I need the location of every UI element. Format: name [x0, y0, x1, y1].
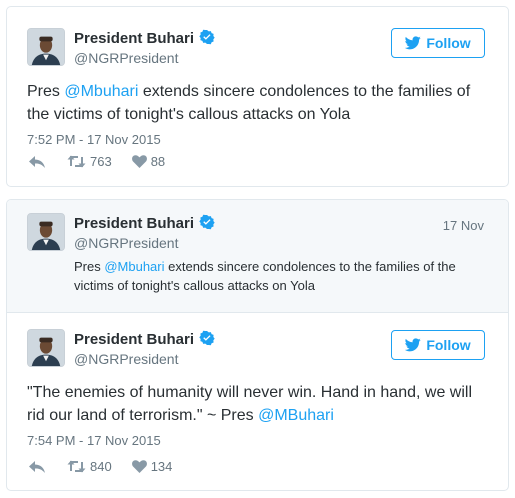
quoted-date[interactable]: 17 Nov — [443, 218, 484, 233]
display-name-text: President Buhari — [74, 331, 195, 348]
display-name[interactable]: President Buhari — [74, 214, 215, 232]
like-count: 88 — [150, 154, 166, 169]
quoted-text-part: extends sincere condolences to the famil… — [164, 259, 456, 274]
tweet-text-part: Pres — [27, 83, 65, 100]
twitter-bird-icon — [405, 36, 422, 50]
reply-button[interactable] — [29, 460, 45, 474]
handle[interactable]: @NGRPresident — [74, 351, 178, 367]
heart-icon — [131, 460, 147, 473]
tweet-text-part: extends sincere condolences to the famil… — [138, 83, 471, 100]
tweet-actions: 763 88 — [29, 154, 185, 169]
heart-icon — [131, 155, 147, 168]
tweet-text-part: rid our land of terrorism." ~ Pres — [27, 407, 259, 424]
tweet-actions: 840 134 — [29, 459, 192, 474]
display-name-text: President Buhari — [74, 215, 195, 232]
follow-label: Follow — [426, 337, 471, 353]
retweet-button[interactable]: 763 — [67, 154, 112, 169]
like-button[interactable]: 88 — [131, 154, 166, 169]
avatar[interactable] — [27, 28, 65, 66]
display-name[interactable]: President Buhari — [74, 330, 215, 348]
twitter-bird-icon — [405, 338, 422, 352]
retweet-icon — [67, 155, 86, 168]
follow-button[interactable]: Follow — [391, 28, 485, 58]
quoted-text-part: Pres — [74, 259, 105, 274]
reply-button[interactable] — [29, 155, 45, 169]
timestamp[interactable]: 7:52 PM - 17 Nov 2015 — [27, 132, 161, 147]
tweet-card-1: President Buhari @NGRPresident Follow Pr… — [6, 6, 509, 187]
timestamp[interactable]: 7:54 PM - 17 Nov 2015 — [27, 433, 161, 448]
follow-button[interactable]: Follow — [391, 330, 485, 360]
avatar[interactable] — [27, 213, 65, 251]
reply-icon — [29, 155, 45, 168]
retweet-count: 763 — [90, 154, 112, 169]
tweet-text: "The enemies of humanity will never win.… — [27, 384, 472, 401]
verified-badge-icon — [199, 214, 215, 230]
tweet-card-2: President Buhari 17 Nov @NGRPresident Pr… — [6, 199, 509, 491]
reply-icon — [29, 460, 45, 473]
avatar-image — [28, 29, 64, 65]
verified-badge-icon — [199, 29, 215, 45]
like-count: 134 — [150, 459, 173, 474]
tweet-text-line2: the victims of tonight's callous attacks… — [27, 106, 351, 123]
retweet-count: 840 — [90, 459, 112, 474]
retweet-icon — [67, 460, 86, 473]
avatar[interactable] — [27, 329, 65, 367]
mention-link[interactable]: @Mbuhari — [104, 259, 164, 274]
handle[interactable]: @NGRPresident — [74, 50, 178, 66]
retweet-button[interactable]: 840 — [67, 459, 112, 474]
quoted-text: Pres @Mbuhari extends sincere condolence… — [74, 257, 456, 277]
tweet-text: Pres @Mbuhari extends sincere condolence… — [27, 80, 470, 103]
tweet-text-line2: rid our land of terrorism." ~ Pres @MBuh… — [27, 404, 334, 427]
avatar-image — [28, 330, 64, 366]
quoted-text-line2: victims of tonight's callous attacks on … — [74, 278, 315, 293]
mention-link[interactable]: @MBuhari — [258, 407, 334, 424]
mention-link[interactable]: @Mbuhari — [64, 83, 138, 100]
avatar-image — [28, 214, 64, 250]
display-name[interactable]: President Buhari — [74, 29, 215, 47]
verified-badge-icon — [199, 330, 215, 346]
display-name-text: President Buhari — [74, 30, 195, 47]
follow-label: Follow — [426, 35, 471, 51]
quoted-tweet[interactable]: President Buhari 17 Nov @NGRPresident Pr… — [7, 200, 508, 313]
like-button[interactable]: 134 — [131, 459, 173, 474]
tweet-main: President Buhari @NGRPresident Follow "T… — [7, 313, 508, 490]
handle[interactable]: @NGRPresident — [74, 235, 178, 251]
